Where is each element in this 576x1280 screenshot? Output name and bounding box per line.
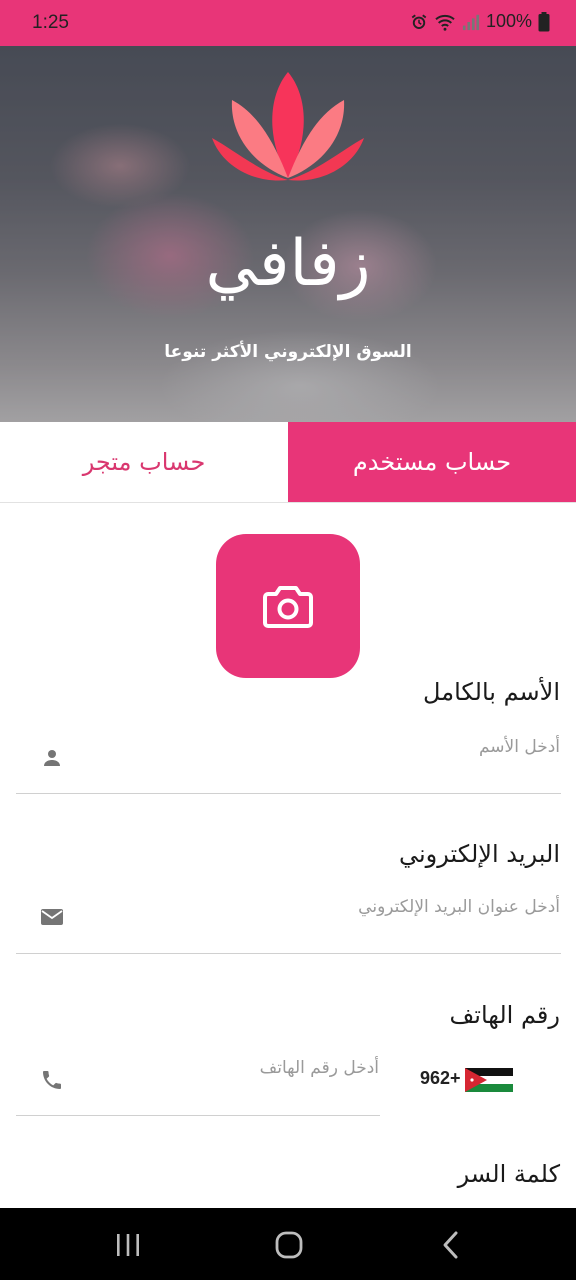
account-type-tabs: حساب متجر حساب مستخدم: [0, 422, 576, 503]
status-icons: 100%: [410, 11, 550, 32]
person-icon: [44, 750, 60, 766]
battery-icon: [538, 11, 550, 31]
status-time: 1:25: [32, 12, 69, 33]
name-label: الأسم بالكامل: [423, 678, 560, 706]
app-subtitle: السوق الإلكتروني الأكثر تنوعا: [164, 342, 412, 362]
recents-icon[interactable]: [114, 1232, 142, 1258]
phone-icon: [43, 1071, 61, 1089]
country-code[interactable]: 962+: [420, 1068, 461, 1089]
hero-banner: زفافي السوق الإلكتروني الأكثر تنوعا: [0, 46, 576, 422]
status-bar: 1:25 100%: [0, 0, 576, 46]
upload-photo-button[interactable]: [216, 534, 360, 678]
battery-percent: 100%: [485, 11, 532, 31]
mail-icon: [41, 909, 63, 925]
camera-icon: [263, 586, 313, 628]
email-label: البريد الإلكتروني: [398, 840, 560, 868]
phone-label: رقم الهاتف: [449, 1001, 560, 1029]
name-underline: [16, 793, 561, 794]
app-title: زفافي: [205, 227, 371, 301]
email-underline: [16, 953, 561, 954]
wifi-icon: [435, 14, 455, 31]
phone-input[interactable]: أدخل رقم الهاتف: [260, 1058, 379, 1078]
alarm-icon: [411, 14, 427, 29]
tab-store-account[interactable]: حساب متجر: [0, 422, 288, 502]
name-input[interactable]: أدخل الأسم: [479, 737, 560, 757]
lotus-logo: [212, 72, 364, 181]
password-label: كلمة السر: [457, 1160, 560, 1188]
email-input[interactable]: أدخل عنوان البريد الإلكتروني: [358, 897, 560, 917]
system-nav-bar: [0, 1208, 576, 1280]
phone-underline: [16, 1115, 380, 1116]
signal-icon: [462, 14, 480, 30]
tab-user-account[interactable]: حساب مستخدم: [288, 422, 576, 502]
jordan-flag[interactable]: [465, 1068, 513, 1092]
back-icon[interactable]: [440, 1230, 462, 1260]
home-icon[interactable]: [274, 1230, 304, 1260]
